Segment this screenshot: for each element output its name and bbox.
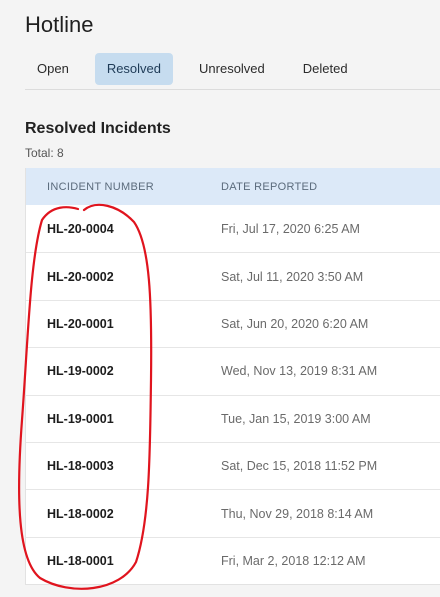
incident-number-cell: HL-18-0003 — [47, 459, 114, 474]
section-title: Resolved Incidents — [25, 120, 171, 137]
table-header: INCIDENT NUMBER DATE REPORTED — [26, 168, 440, 205]
date-reported-cell: Fri, Mar 2, 2018 12:12 AM — [221, 553, 366, 568]
incident-number-cell: HL-18-0002 — [47, 506, 114, 521]
table-row[interactable]: HL-18-0003 Sat, Dec 15, 2018 11:52 PM — [26, 441, 440, 489]
table-body: HL-20-0004 Fri, Jul 17, 2020 6:25 AM HL-20… — [26, 205, 440, 584]
date-reported-cell: Tue, Jan 15, 2019 3:00 AM — [221, 411, 371, 426]
table-row[interactable]: HL-20-0001 Sat, Jun 20, 2020 6:20 AM — [26, 299, 440, 347]
status-tabs: Open Resolved Unresolved Deleted — [25, 53, 374, 85]
date-reported-cell: Fri, Jul 17, 2020 6:25 AM — [221, 221, 360, 236]
table-row[interactable]: HL-19-0002 Wed, Nov 13, 2019 8:31 AM — [26, 347, 440, 394]
table-row[interactable]: HL-18-0001 Fri, Mar 2, 2018 12:12 AM — [26, 536, 440, 584]
incident-number-cell: HL-19-0001 — [47, 411, 114, 426]
date-reported-cell: Thu, Nov 29, 2018 8:14 AM — [221, 506, 374, 521]
tab-unresolved[interactable]: Unresolved — [187, 53, 277, 85]
tabs-divider — [25, 89, 440, 90]
tab-open[interactable]: Open — [25, 53, 81, 85]
column-header-incident-number[interactable]: INCIDENT NUMBER — [26, 181, 221, 193]
date-reported-cell: Wed, Nov 13, 2019 8:31 AM — [221, 364, 378, 379]
incident-number-cell: HL-18-0001 — [47, 553, 114, 568]
incident-number-cell: HL-19-0002 — [47, 364, 114, 379]
column-header-date-reported[interactable]: DATE REPORTED — [221, 181, 440, 193]
incident-number-cell: HL-20-0004 — [47, 221, 114, 236]
table-row[interactable]: HL-19-0001 Tue, Jan 15, 2019 3:00 AM — [26, 394, 440, 442]
date-reported-cell: Sat, Dec 15, 2018 11:52 PM — [221, 459, 378, 474]
table-row[interactable]: HL-20-0004 Fri, Jul 17, 2020 6:25 AM — [26, 205, 440, 252]
page-title: Hotline — [25, 12, 94, 37]
incident-number-cell: HL-20-0002 — [47, 269, 114, 284]
tab-deleted[interactable]: Deleted — [291, 53, 360, 85]
incident-number-cell: HL-20-0001 — [47, 316, 114, 331]
date-reported-cell: Sat, Jul 11, 2020 3:50 AM — [221, 269, 364, 284]
table-row[interactable]: HL-18-0002 Thu, Nov 29, 2018 8:14 AM — [26, 489, 440, 536]
date-reported-cell: Sat, Jun 20, 2020 6:20 AM — [221, 316, 369, 331]
table-row[interactable]: HL-20-0002 Sat, Jul 11, 2020 3:50 AM — [26, 252, 440, 299]
total-count: Total: 8 — [25, 146, 64, 160]
tab-resolved[interactable]: Resolved — [94, 53, 174, 85]
incidents-table: INCIDENT NUMBER DATE REPORTED HL-20-0004… — [25, 168, 440, 586]
